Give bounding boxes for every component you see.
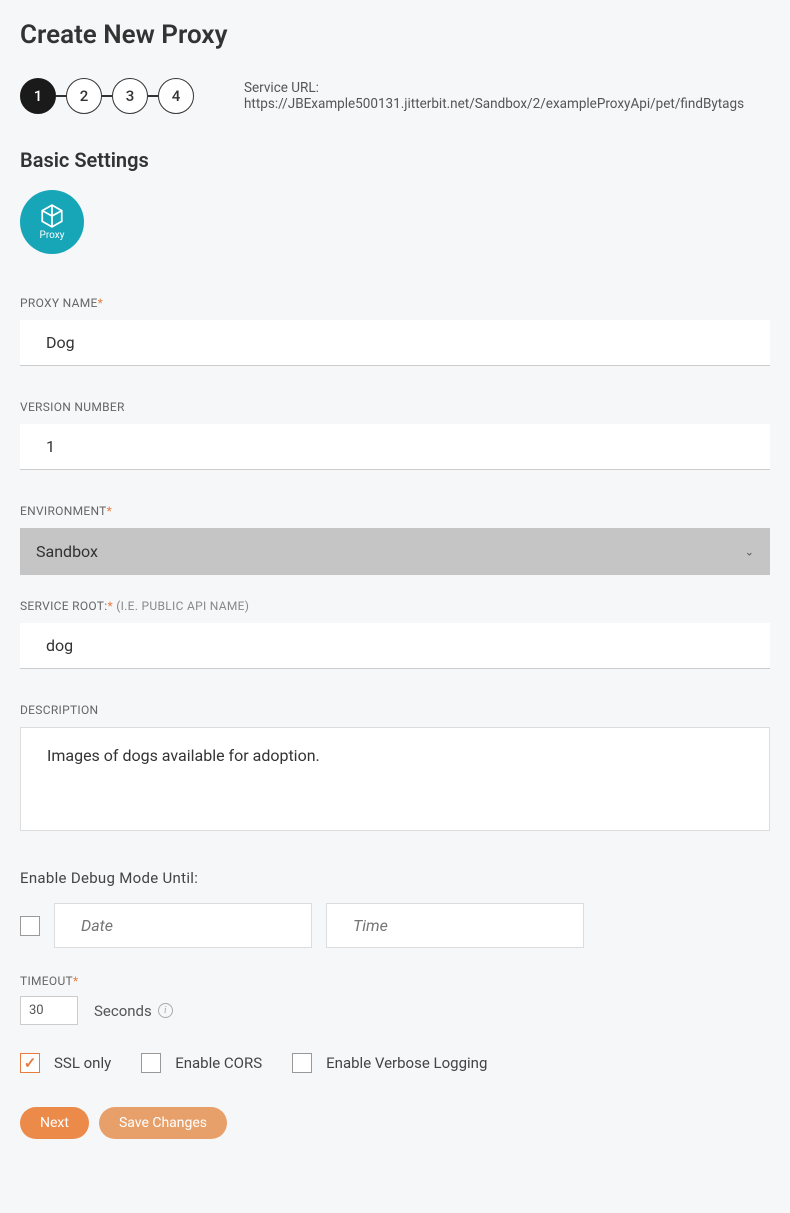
version-input[interactable] <box>20 424 770 470</box>
verbose-label: Enable Verbose Logging <box>326 1054 487 1072</box>
step-1[interactable]: 1 <box>20 78 56 114</box>
step-connector <box>148 95 158 97</box>
page-title: Create New Proxy <box>20 20 770 50</box>
debug-date-input[interactable] <box>54 903 312 948</box>
description-textarea[interactable] <box>20 727 770 831</box>
service-root-input[interactable] <box>20 623 770 669</box>
debug-time-input[interactable] <box>326 903 584 948</box>
environment-label: ENVIRONMENT* <box>20 504 770 518</box>
step-3[interactable]: 3 <box>112 78 148 114</box>
cors-checkbox[interactable] <box>141 1053 161 1073</box>
proxy-name-input[interactable] <box>20 320 770 366</box>
service-root-label: SERVICE ROOT:* (I.E. PUBLIC API NAME) <box>20 599 770 613</box>
verbose-checkbox[interactable] <box>292 1053 312 1073</box>
description-label: DESCRIPTION <box>20 703 770 717</box>
debug-checkbox[interactable] <box>20 916 40 936</box>
proxy-badge-label: Proxy <box>40 230 65 241</box>
step-connector <box>56 95 66 97</box>
header-row: 1 2 3 4 Service URL: https://JBExample50… <box>20 78 770 114</box>
step-connector <box>102 95 112 97</box>
section-title: Basic Settings <box>20 148 770 172</box>
proxy-name-label: PROXY NAME* <box>20 296 770 310</box>
verbose-logging-option[interactable]: Enable Verbose Logging <box>292 1053 487 1073</box>
step-2[interactable]: 2 <box>66 78 102 114</box>
info-icon[interactable]: i <box>158 1003 173 1018</box>
step-4[interactable]: 4 <box>158 78 194 114</box>
wizard-stepper: 1 2 3 4 <box>20 78 194 114</box>
save-changes-button[interactable]: Save Changes <box>99 1107 227 1139</box>
ssl-only-option[interactable]: SSL only <box>20 1053 111 1073</box>
timeout-label: TIMEOUT* <box>20 974 770 988</box>
cors-label: Enable CORS <box>175 1054 262 1072</box>
ssl-label: SSL only <box>54 1054 111 1072</box>
enable-cors-option[interactable]: Enable CORS <box>141 1053 262 1073</box>
timeout-unit: Seconds i <box>94 1002 173 1020</box>
environment-select[interactable]: Sandbox <box>20 528 770 575</box>
ssl-checkbox[interactable] <box>20 1053 40 1073</box>
version-label: VERSION NUMBER <box>20 400 770 414</box>
debug-label: Enable Debug Mode Until: <box>20 869 770 887</box>
next-button[interactable]: Next <box>20 1107 89 1139</box>
proxy-badge-icon: Proxy <box>20 190 84 254</box>
service-url: Service URL: https://JBExample500131.jit… <box>244 80 770 112</box>
timeout-input[interactable] <box>20 996 78 1025</box>
